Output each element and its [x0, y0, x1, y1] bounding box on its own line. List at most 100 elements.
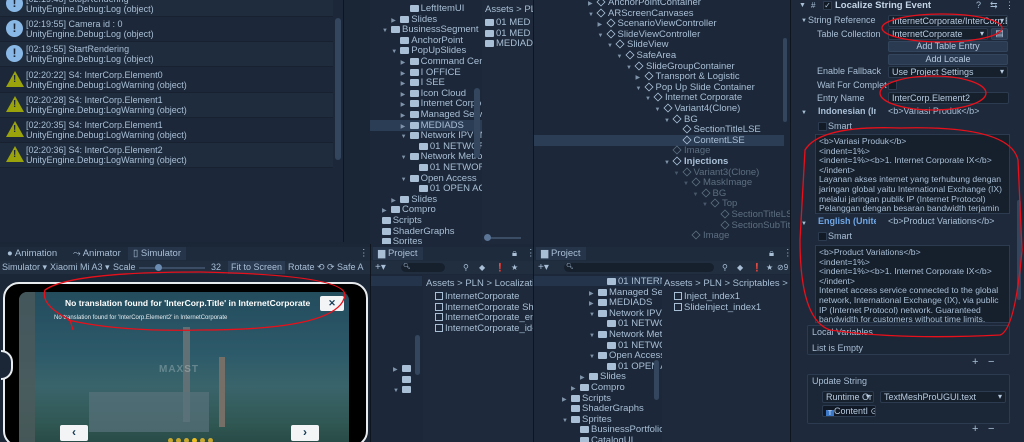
device-dropdown[interactable]: Xiaomi Mi A3 ▾ — [50, 261, 110, 274]
console-entry[interactable]: ![02:19:45] StopRenderingUnityEngine.Deb… — [0, 0, 333, 17]
page-dot[interactable] — [192, 438, 197, 442]
tree-item[interactable]: LeftItemUI — [370, 3, 482, 14]
tree-item[interactable]: ▼ Network IPVPN — [370, 130, 482, 141]
tree-item[interactable]: 01 NETWORK — [370, 162, 482, 173]
console-entry[interactable]: ! [02:19:55] Camera id : 0 UnityEngine.Deb… — [0, 17, 333, 43]
tree-item[interactable]: 01 NETWOF — [534, 340, 672, 351]
tree-item[interactable]: ▶ Slides — [534, 371, 654, 382]
console-entry[interactable]: ! [02:20:22] S4: InterCorp.Element0 UnityE… — [0, 68, 333, 93]
create-button[interactable]: +▾ — [538, 261, 549, 274]
presets-icon[interactable]: ⇆ — [990, 0, 998, 11]
asset-item[interactable]: 01 MED — [485, 28, 530, 39]
asset-item[interactable]: Inject_index1 — [674, 291, 740, 302]
kebab-icon[interactable]: ⋮ — [354, 247, 370, 260]
console-entry[interactable]: ! [02:20:28] S4: InterCorp.Element1 UnityE… — [0, 92, 333, 118]
table-collection-dropdown[interactable]: InternetCorporate — [888, 28, 988, 40]
smart-checkbox-en[interactable] — [818, 232, 827, 241]
tab-animation[interactable]: ● Animation — [2, 247, 62, 260]
function-dropdown[interactable]: TextMeshProUGUI.text — [880, 391, 1006, 403]
tab-animator[interactable]: ⤳ Animator — [68, 247, 126, 260]
kebab-icon[interactable]: ⋮ — [521, 247, 533, 260]
component-enabled-checkbox[interactable]: ✓ — [823, 1, 832, 10]
console-entry[interactable]: ! [02:20:36] S4: InterCorp.Element2 UnityE… — [0, 143, 333, 169]
next-button[interactable]: › — [291, 425, 319, 441]
page-dot[interactable] — [200, 438, 205, 442]
simulator-mode-dropdown[interactable]: Simulator ▾ — [2, 261, 47, 274]
fit-to-screen-button[interactable]: Fit to Screen — [228, 261, 286, 274]
tree-item[interactable]: ▶ Transport & Logistic — [534, 71, 784, 82]
tree-item[interactable]: ▼ BG — [534, 188, 784, 199]
breadcrumb[interactable]: Assets > PL — [485, 4, 533, 15]
lock-icon[interactable]: 🔒︎ — [764, 247, 779, 260]
tree-item[interactable]: Sprites — [370, 236, 482, 244]
tree-item[interactable]: ▼ Open Access — [534, 350, 665, 361]
asset-item[interactable]: InternetCorporate Share — [435, 302, 533, 313]
project2-tree-scrollbar[interactable] — [654, 360, 659, 400]
tree-item[interactable]: ▼ BG — [534, 114, 784, 125]
log-filter-icon[interactable]: ❗ — [495, 261, 505, 274]
tree-item[interactable]: Image — [534, 145, 784, 156]
tree-item[interactable]: ▶ I SEE — [370, 77, 482, 88]
close-button[interactable]: ✕ — [320, 296, 344, 311]
project-tree-scrollbar[interactable] — [474, 88, 480, 158]
asset-item[interactable]: InternetCorporate_en-U — [435, 312, 533, 323]
tree-item[interactable]: Scripts — [370, 215, 482, 226]
tree-item[interactable]: ▶ Compro — [534, 382, 654, 393]
tab-project[interactable]: ▆ Project — [373, 247, 423, 260]
search-by-type-icon[interactable]: ⚲ — [722, 261, 728, 274]
tree-item[interactable]: ▼ SlideViewController — [534, 29, 784, 40]
rotate-right-icon[interactable]: ⟳ — [327, 261, 335, 274]
icon-size-slider[interactable] — [484, 234, 521, 241]
tree-item[interactable]: ▶ Scripts — [534, 393, 654, 404]
page-dot[interactable] — [184, 438, 189, 442]
tree-item[interactable]: ▶ MEDIADS — [370, 119, 482, 131]
tree-item[interactable]: SectionTitleLSE — [534, 209, 790, 220]
favorite-icon[interactable]: ★ — [766, 261, 773, 274]
tree-item[interactable]: 01 NETWOF — [534, 318, 672, 329]
tree-item[interactable]: Image — [534, 230, 784, 241]
page-dot[interactable] — [208, 438, 213, 442]
tree-item[interactable]: 01 OPEN AC — [534, 361, 673, 372]
smart-checkbox-id[interactable] — [818, 122, 827, 131]
log-filter-icon[interactable]: ❗ — [752, 261, 762, 274]
kebab-icon[interactable]: ⋮ — [1005, 0, 1014, 11]
tree-item[interactable]: ▶ Managed Serv — [534, 287, 671, 298]
console-entry[interactable]: ! [02:20:35] S4: InterCorp.Element1 UnityE… — [0, 118, 333, 143]
tree-item[interactable]: ▶ MEDIADS — [534, 297, 654, 308]
search-by-type-icon[interactable]: ⚲ — [463, 261, 469, 274]
enable-fallback-dropdown[interactable]: Use Project Settings — [888, 66, 1008, 78]
breadcrumb[interactable]: Assets > PLN > Localizatio — [426, 278, 533, 289]
help-icon[interactable]: ? — [976, 0, 981, 11]
hierarchy-scrollbar[interactable] — [783, 38, 787, 122]
wait-for-completion-checkbox[interactable] — [888, 81, 897, 90]
string-reference-dropdown[interactable]: InternetCorporate/InterCorp.E — [888, 15, 1008, 27]
tree-item[interactable]: ▼ SafeArea — [534, 50, 784, 61]
kebab-icon[interactable]: ⋮ — [778, 247, 790, 260]
tree-item[interactable]: ▼ SlideGroupContainer — [534, 61, 784, 72]
tree-item[interactable]: ▶ ScenarioViewController — [534, 18, 784, 29]
tree-item[interactable]: ▶ Slides — [370, 194, 482, 205]
tree-item[interactable]: ▶ Icon Cloud — [370, 88, 482, 99]
scale-slider[interactable] — [139, 264, 205, 271]
tree-item[interactable]: ▼ MaskImage — [534, 177, 784, 188]
tree-item[interactable]: ▶ I OFFICE — [370, 67, 482, 78]
open-table-button[interactable]: ▤ — [991, 28, 1008, 40]
indonesian-text-area[interactable]: <b>Variasi Produk</b> <indent=1%> <inden… — [815, 134, 1010, 214]
tree-item[interactable]: ▼ Network IPVP — [534, 308, 668, 319]
tree-item[interactable]: ▼ ARScreenCanvases — [534, 8, 784, 19]
tree-item[interactable]: ▼ PopUpSlides — [370, 45, 482, 56]
page-dot[interactable] — [176, 438, 181, 442]
tree-item[interactable]: ShaderGraphs — [534, 403, 654, 414]
runtime-mode-dropdown[interactable]: Runtime Or — [822, 391, 874, 403]
search-input[interactable]: 🔍︎ — [564, 263, 714, 272]
tree-item[interactable]: ▶ Slides — [370, 14, 482, 25]
object-picker-icon[interactable]: ⊙ — [871, 406, 875, 416]
tree-item[interactable]: ▼ Injections — [534, 156, 784, 167]
console-entry[interactable]: ! [02:19:55] StartRendering UnityEngine.De… — [0, 42, 333, 68]
english-text-area[interactable]: <b>Product Variations</b> <indent=1%> <i… — [815, 245, 1010, 323]
page-dot[interactable] — [168, 438, 173, 442]
inspector-scrollbar[interactable] — [1017, 200, 1021, 300]
prev-button[interactable]: ‹ — [60, 425, 88, 441]
tree-item[interactable]: ▶ Compro — [370, 204, 482, 215]
english-locale-label[interactable]: English (Unitec — [818, 216, 876, 227]
